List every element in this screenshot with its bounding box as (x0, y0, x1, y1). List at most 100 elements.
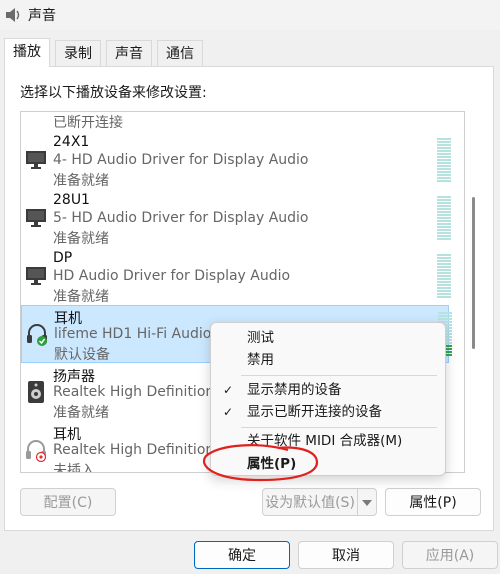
device-description: 4- HD Audio Driver for Display Audio (53, 152, 309, 168)
title-bar: 声音 (0, 0, 500, 30)
headphones-default-icon (26, 322, 48, 346)
menu-item-properties[interactable]: 属性(P) (211, 453, 447, 475)
menu-item-show-disabled[interactable]: ✓ 显示禁用的设备 (211, 379, 447, 401)
tab-communications[interactable]: 通信 (157, 40, 203, 66)
volume-meter-bar (437, 284, 451, 286)
menu-item-about-midi[interactable]: 关于软件 MIDI 合成器(M) (211, 430, 447, 452)
volume-meter-bar (437, 144, 451, 146)
volume-meter-bar (437, 226, 451, 228)
volume-meter-bar (437, 168, 451, 170)
device-name: 28U1 (53, 192, 90, 208)
volume-meter-bar (437, 211, 451, 213)
volume-meter-bar (437, 174, 451, 176)
menu-item-test[interactable]: 测试 (211, 327, 447, 349)
volume-meter-bar (437, 199, 451, 201)
volume-meter-bar (437, 150, 451, 152)
volume-meter-bar (437, 260, 451, 262)
volume-meter-bar (437, 235, 451, 237)
volume-meter-bar (437, 138, 451, 140)
volume-meter-bar (437, 202, 451, 204)
menu-item-show-disconnected[interactable]: ✓ 显示已断开连接的设备 (211, 401, 447, 423)
apply-button[interactable]: 应用(A) (402, 541, 498, 569)
tab-recording[interactable]: 录制 (55, 40, 101, 66)
device-name: 耳机 (53, 427, 81, 443)
device-status: 准备就绪 (53, 405, 109, 421)
properties-button[interactable]: 属性(P) (385, 488, 481, 516)
chevron-down-icon (362, 494, 372, 510)
volume-meter-bar (437, 153, 451, 155)
menu-item-disable[interactable]: 禁用 (211, 349, 447, 371)
menu-item-label: 关于软件 MIDI 合成器(M) (247, 433, 403, 449)
device-description: lifeme HD1 Hi-Fi Audio Bo (54, 326, 234, 342)
device-description: Realtek High Definition A (53, 384, 229, 400)
device-status: 默认设备 (54, 347, 110, 363)
device-item-24x1[interactable]: 24X1 4- HD Audio Driver for Display Audi… (21, 132, 451, 190)
device-name: 耳机 (54, 311, 82, 327)
set-default-button[interactable]: 设为默认值(S) (262, 488, 358, 516)
volume-meter-bar (437, 220, 451, 222)
volume-meter-bar (437, 263, 451, 265)
device-item-28u1[interactable]: 28U1 5- HD Audio Driver for Display Audi… (21, 190, 451, 248)
device-list-scrollbar[interactable] (468, 111, 480, 473)
volume-meter-bar (437, 238, 451, 240)
volume-meter-bar (437, 257, 451, 259)
volume-meter-bar (437, 180, 451, 182)
device-name: DP (53, 250, 73, 266)
device-status: 已断开连接 (53, 115, 123, 131)
menu-separator (241, 427, 437, 428)
checkmark-icon: ✓ (223, 383, 234, 397)
volume-meter-bar (437, 290, 451, 292)
volume-meter-bar (437, 162, 451, 164)
volume-meter-bar (437, 287, 451, 289)
menu-separator (241, 375, 437, 376)
monitor-icon (25, 112, 47, 114)
set-default-dropdown[interactable] (357, 488, 377, 516)
volume-meter-bar (437, 156, 451, 158)
scrollbar-thumb[interactable] (472, 197, 475, 349)
speaker-icon (25, 380, 47, 404)
device-description: HD Audio Driver for Display Audio (53, 268, 291, 284)
menu-item-label: 禁用 (247, 352, 274, 368)
ok-button[interactable]: 确定 (194, 541, 290, 569)
device-name: 扬声器 (53, 369, 95, 385)
monitor-icon (25, 206, 47, 230)
volume-meter-bar (437, 196, 451, 198)
menu-item-label: 显示禁用的设备 (247, 382, 342, 398)
volume-meter-bar (437, 217, 451, 219)
volume-meter (437, 138, 451, 184)
volume-meter-bar (437, 232, 451, 234)
volume-meter-bar (437, 159, 451, 161)
volume-meter-bar (437, 278, 451, 280)
volume-meter (437, 196, 451, 242)
checkmark-icon: ✓ (223, 405, 234, 419)
volume-meter-bar (437, 147, 451, 149)
volume-meter-bar (437, 293, 451, 295)
device-item-dp[interactable]: DP HD Audio Driver for Display Audio 准备就… (21, 248, 451, 306)
device-item-disconnected[interactable]: 已断开连接 (21, 112, 449, 132)
panel-instruction: 选择以下播放设备来修改设置: (20, 85, 207, 101)
headphones-unplugged-icon (25, 438, 47, 463)
volume-meter-bar (437, 281, 451, 283)
volume-meter-bar (437, 165, 451, 167)
volume-meter-bar (437, 266, 451, 268)
device-description: 5- HD Audio Driver for Display Audio (53, 210, 309, 226)
tab-sounds[interactable]: 声音 (106, 40, 152, 66)
menu-item-label: 测试 (247, 330, 274, 346)
device-description: Realtek High Definition A (53, 442, 229, 458)
volume-meter-bar (438, 315, 452, 317)
context-menu: 测试 禁用 ✓ 显示禁用的设备 ✓ 显示已断开连接的设备 关于软件 MIDI 合… (210, 322, 446, 476)
configure-button[interactable]: 配置(C) (20, 488, 116, 516)
speaker-app-icon (4, 6, 22, 24)
tab-playback[interactable]: 播放 (4, 38, 50, 67)
menu-item-label: 属性(P) (247, 456, 297, 472)
volume-meter-bar (437, 254, 451, 256)
volume-meter-bar (438, 312, 452, 314)
cancel-button[interactable]: 取消 (298, 541, 394, 569)
volume-meter-bar (437, 275, 451, 277)
volume-meter-bar (437, 205, 451, 207)
volume-meter-bar (437, 141, 451, 143)
device-status: 准备就绪 (53, 289, 109, 305)
volume-meter-bar (437, 177, 451, 179)
volume-meter-bar (437, 208, 451, 210)
device-name: 24X1 (53, 134, 90, 150)
